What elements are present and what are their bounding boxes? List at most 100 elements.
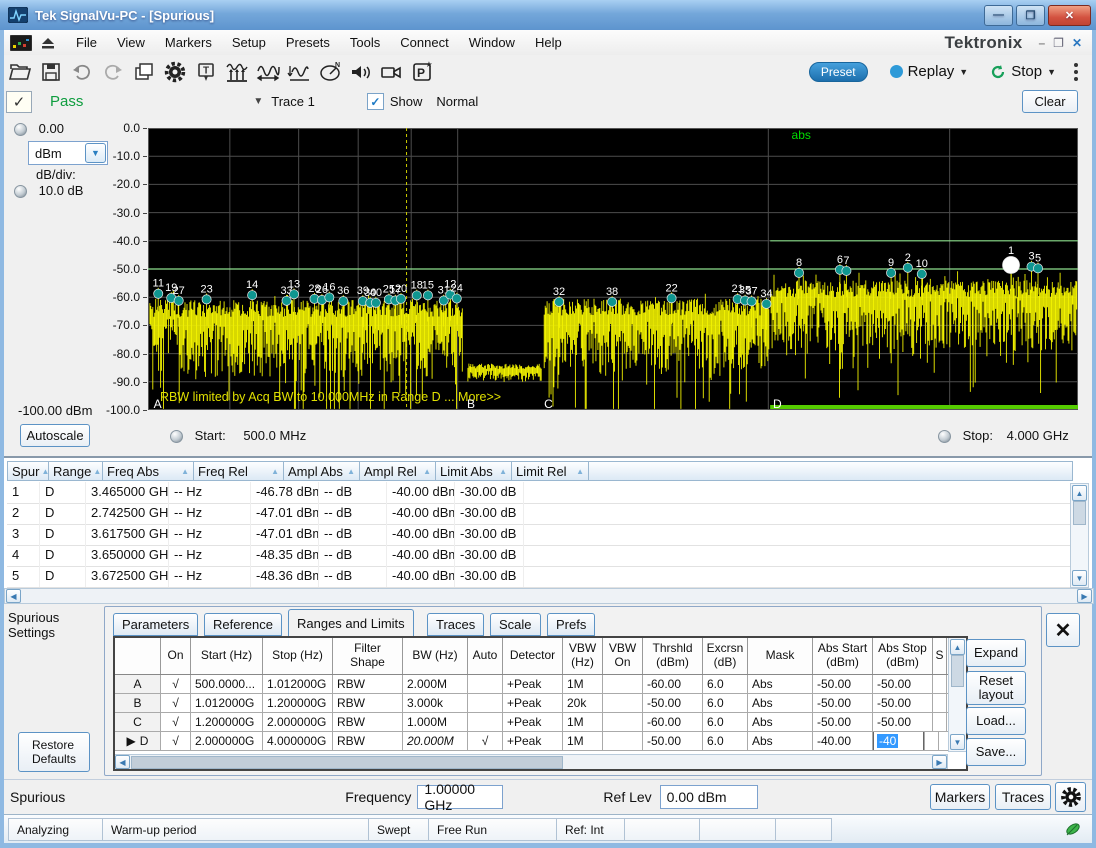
marker-7[interactable]: 7 — [842, 255, 851, 276]
audio-button[interactable] — [345, 58, 376, 86]
marker-38[interactable]: 38 — [606, 286, 618, 307]
range-cell[interactable] — [933, 675, 947, 693]
menu-connect[interactable]: Connect — [390, 32, 458, 53]
range-row-B[interactable]: B√1.012000G1.200000GRBW3.000k+Peak20k-50… — [115, 694, 966, 713]
range-cell[interactable]: +Peak — [503, 732, 563, 750]
display-icon[interactable] — [10, 35, 32, 51]
ranges-header-absstop[interactable]: Abs Stop (dBm) — [873, 638, 933, 674]
range-cell[interactable]: 20k — [563, 694, 603, 712]
spur-row-2[interactable]: 2D2.742500 GHz-- Hz-47.01 dBm-- dB-40.00… — [7, 503, 1073, 525]
range-cell[interactable]: RBW — [333, 713, 403, 731]
marker-15[interactable]: 15 — [422, 279, 434, 300]
range-cell[interactable]: 20.000M — [403, 732, 468, 750]
markers-button[interactable]: Markers — [930, 784, 990, 810]
marker-10[interactable]: 10 — [916, 258, 928, 279]
expand-button[interactable]: Expand — [966, 639, 1026, 667]
db-div-value[interactable]: 10.0 dB — [39, 183, 84, 198]
range-cell[interactable]: -40.00 — [813, 732, 873, 750]
traces-button[interactable]: Traces — [995, 784, 1051, 810]
range-cell[interactable]: -50.00 — [813, 713, 873, 731]
close-button[interactable]: ✕ — [1048, 5, 1091, 26]
range-cell[interactable]: 1.200000G — [263, 694, 333, 712]
scroll-down-icon[interactable]: ▼ — [1072, 570, 1087, 586]
menu-window[interactable]: Window — [459, 32, 525, 53]
menu-file[interactable]: File — [66, 32, 107, 53]
marker-14[interactable]: 14 — [246, 279, 258, 300]
menu-setup[interactable]: Setup — [222, 32, 276, 53]
range-cell[interactable]: +Peak — [503, 713, 563, 731]
db-div-control[interactable]: 10.0 dB — [14, 183, 83, 198]
range-cell[interactable]: -50.00 — [813, 694, 873, 712]
menu-markers[interactable]: Markers — [155, 32, 222, 53]
menu-tools[interactable]: Tools — [340, 32, 390, 53]
spur-row-4[interactable]: 4D3.650000 GHz-- Hz-48.35 dBm-- dB-40.00… — [7, 545, 1073, 567]
ranges-header-on[interactable]: On — [161, 638, 191, 674]
range-cell[interactable]: 6.0 — [703, 732, 748, 750]
trace-selector[interactable]: Trace 1 — [271, 94, 315, 109]
range-cell[interactable]: Abs — [748, 713, 813, 731]
range-cell[interactable]: -60.00 — [643, 713, 703, 731]
marker-36[interactable]: 36 — [337, 285, 349, 306]
range-cell[interactable]: 1M — [563, 713, 603, 731]
range-cell[interactable]: 4.000000G — [263, 732, 333, 750]
range-cell[interactable]: 1.012000G — [191, 694, 263, 712]
scroll-down-icon[interactable]: ▼ — [950, 734, 965, 750]
stop-dropdown-icon[interactable]: ▼ — [1047, 67, 1056, 77]
marker-40[interactable]: 40 — [370, 287, 382, 308]
ranges-header-s[interactable]: S — [933, 638, 947, 674]
range-cell[interactable]: +Peak — [503, 675, 563, 693]
range-cell[interactable]: 6.0 — [703, 694, 748, 712]
range-cell[interactable]: 1M — [563, 732, 603, 750]
db-div-knob-icon[interactable] — [14, 185, 27, 198]
range-cell[interactable]: -60.00 — [643, 675, 703, 693]
settings-button[interactable] — [159, 58, 190, 86]
range-row-C[interactable]: C√1.200000G2.000000GRBW1.000M+Peak1M-60.… — [115, 713, 966, 732]
marker-1[interactable]: 1 — [1003, 245, 1020, 274]
clear-button[interactable]: Clear — [1022, 90, 1078, 113]
range-cell[interactable]: 3.000k — [403, 694, 468, 712]
spur-row-5[interactable]: 5D3.672500 GHz-- Hz-48.36 dBm-- dB-40.00… — [7, 566, 1073, 588]
reset-layout-button[interactable]: Reset layout — [966, 671, 1026, 705]
menu-presets[interactable]: Presets — [276, 32, 340, 53]
range-cell[interactable]: 1.012000G — [263, 675, 333, 693]
marker-text-button[interactable]: T — [190, 58, 221, 86]
range-cell[interactable]: Abs — [748, 675, 813, 693]
range-cell[interactable]: ▶D — [115, 732, 161, 750]
frequency-input[interactable]: 1.00000 GHz — [417, 785, 503, 809]
ranges-header-starthz[interactable]: Start (Hz) — [191, 638, 263, 674]
mdi-minimize-icon[interactable]: – — [1038, 36, 1045, 50]
marker-27[interactable]: 27 — [173, 285, 185, 306]
spur-vscrollbar[interactable]: ▲ ▼ — [1070, 483, 1089, 588]
undo-button[interactable] — [66, 58, 97, 86]
range-cell[interactable]: √ — [161, 713, 191, 731]
spectrum-canvas[interactable]: 1119272314331328261636393040251720181531… — [148, 128, 1078, 410]
scroll-thumb[interactable] — [951, 655, 964, 687]
range-cell[interactable]: 1.200000G — [191, 713, 263, 731]
marker-34[interactable]: 34 — [760, 288, 772, 309]
scroll-thumb[interactable] — [1073, 501, 1086, 525]
tab-reference[interactable]: Reference — [204, 613, 282, 636]
ranges-header-absstart[interactable]: Abs Start (dBm) — [813, 638, 873, 674]
range-cell[interactable]: √ — [161, 675, 191, 693]
spur-hscrollbar[interactable]: ◀ ▶ — [4, 588, 1094, 604]
scroll-up-icon[interactable]: ▲ — [1072, 485, 1087, 501]
tab-parameters[interactable]: Parameters — [113, 613, 198, 636]
range-cell[interactable]: -50.00 — [813, 675, 873, 693]
marker-16[interactable]: 16 — [323, 281, 335, 302]
marker-9[interactable]: 9 — [886, 257, 895, 278]
ref-lev-input[interactable]: 0.00 dBm — [660, 785, 758, 809]
range-cell[interactable]: Abs — [748, 732, 813, 750]
ranges-header-excrsn[interactable]: Excrsn (dB) — [703, 638, 748, 674]
range-cell[interactable]: RBW — [333, 732, 403, 750]
start-knob-icon[interactable] — [170, 430, 183, 443]
range-cell[interactable]: 500.0000... — [191, 675, 263, 693]
scroll-right-icon[interactable]: ▶ — [1077, 589, 1092, 603]
menu-help[interactable]: Help — [525, 32, 572, 53]
abs-stop-edit-field[interactable]: -40 — [873, 732, 924, 750]
ref-level-value[interactable]: 0.00 — [39, 121, 64, 136]
tab-scale[interactable]: Scale — [490, 613, 541, 636]
range-cell[interactable]: 2.000M — [403, 675, 468, 693]
marker-20[interactable]: 20 — [395, 283, 407, 304]
marker-22[interactable]: 22 — [665, 282, 677, 303]
marker-11[interactable]: 11 — [153, 278, 164, 299]
